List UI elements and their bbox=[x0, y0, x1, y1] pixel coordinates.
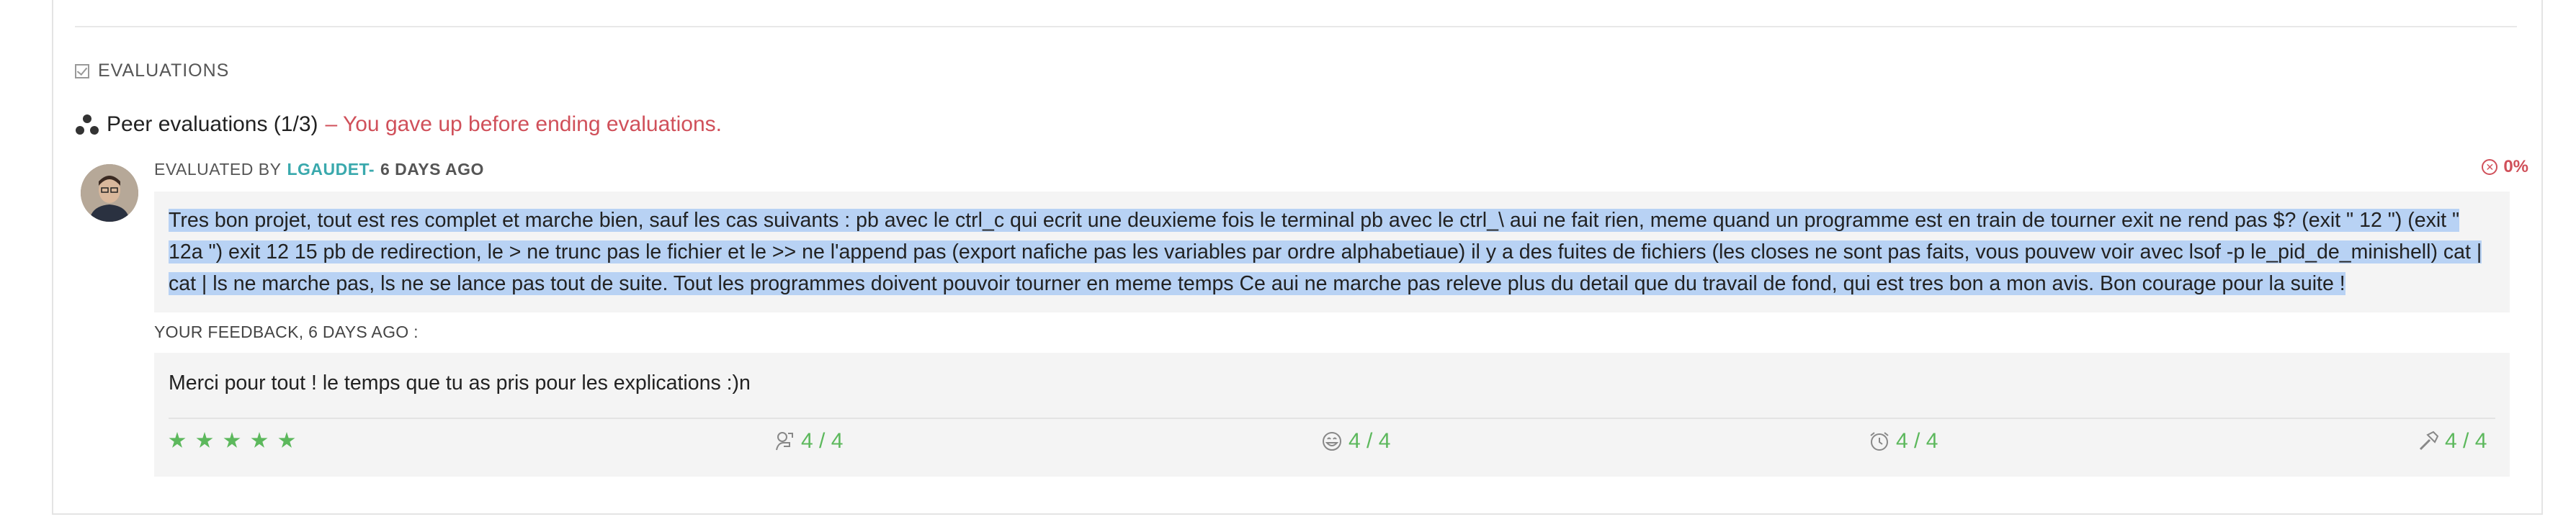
section-header: EVALUATIONS bbox=[75, 60, 229, 81]
star-icon bbox=[169, 432, 186, 448]
smile-icon bbox=[1323, 432, 1341, 451]
metric-smile-value: 4 / 4 bbox=[1349, 429, 1391, 453]
feedback-rating bbox=[169, 432, 295, 449]
metric-punctuality: 4 / 4 bbox=[1869, 429, 1938, 454]
evaluation-time: 6 DAYS AGO bbox=[380, 160, 484, 179]
alarm-clock-icon bbox=[1870, 432, 1889, 451]
feedback-divider bbox=[169, 418, 2495, 419]
score-value: 0% bbox=[2503, 157, 2528, 176]
hammer-icon bbox=[2419, 431, 2439, 451]
metric-smile: 4 / 4 bbox=[1321, 429, 1390, 454]
evaluated-by-line: EVALUATED BY LGAUDET- 6 DAYS AGO bbox=[154, 160, 484, 179]
evaluation-comment[interactable]: Tres bon projet, tout est res complet et… bbox=[169, 209, 2482, 295]
metric-rigor: 4 / 4 bbox=[2418, 429, 2487, 454]
feedback-text: Merci pour tout ! le temps que tu as pri… bbox=[169, 371, 751, 395]
peer-evaluations-title: Peer evaluations (1/3) bbox=[107, 112, 318, 136]
metric-rigor-value: 4 / 4 bbox=[2445, 429, 2487, 453]
divider bbox=[75, 26, 2517, 27]
star-icon bbox=[251, 432, 268, 448]
feedback-label: YOUR FEEDBACK, 6 DAYS AGO : bbox=[154, 323, 419, 341]
section-title: EVALUATIONS bbox=[98, 60, 230, 81]
metric-nice-value: 4 / 4 bbox=[801, 429, 844, 453]
metric-nice: 4 / 4 bbox=[774, 429, 843, 454]
star-icon bbox=[278, 432, 295, 448]
nice-icon bbox=[776, 432, 793, 451]
fail-circle-icon: ✕ bbox=[2482, 159, 2498, 175]
avatar[interactable] bbox=[81, 164, 138, 222]
star-icon bbox=[223, 432, 241, 448]
evaluation-score: ✕ 0% bbox=[2482, 157, 2528, 177]
checkbox-icon bbox=[75, 63, 89, 78]
evaluated-by-label: EVALUATED BY bbox=[154, 160, 282, 179]
star-icon bbox=[196, 432, 213, 448]
peers-icon bbox=[76, 114, 99, 135]
peer-evaluations-header: Peer evaluations (1/3) – You gave up bef… bbox=[75, 112, 722, 137]
feedback-box: Merci pour tout ! le temps que tu as pri… bbox=[154, 353, 2510, 477]
give-up-warning: – You gave up before ending evaluations. bbox=[325, 112, 722, 136]
avatar-image bbox=[81, 164, 138, 222]
metric-punctuality-value: 4 / 4 bbox=[1896, 429, 1938, 453]
evaluator-login-link[interactable]: LGAUDET- bbox=[287, 160, 375, 179]
evaluation-comment-box: Tres bon projet, tout est res complet et… bbox=[154, 192, 2510, 312]
